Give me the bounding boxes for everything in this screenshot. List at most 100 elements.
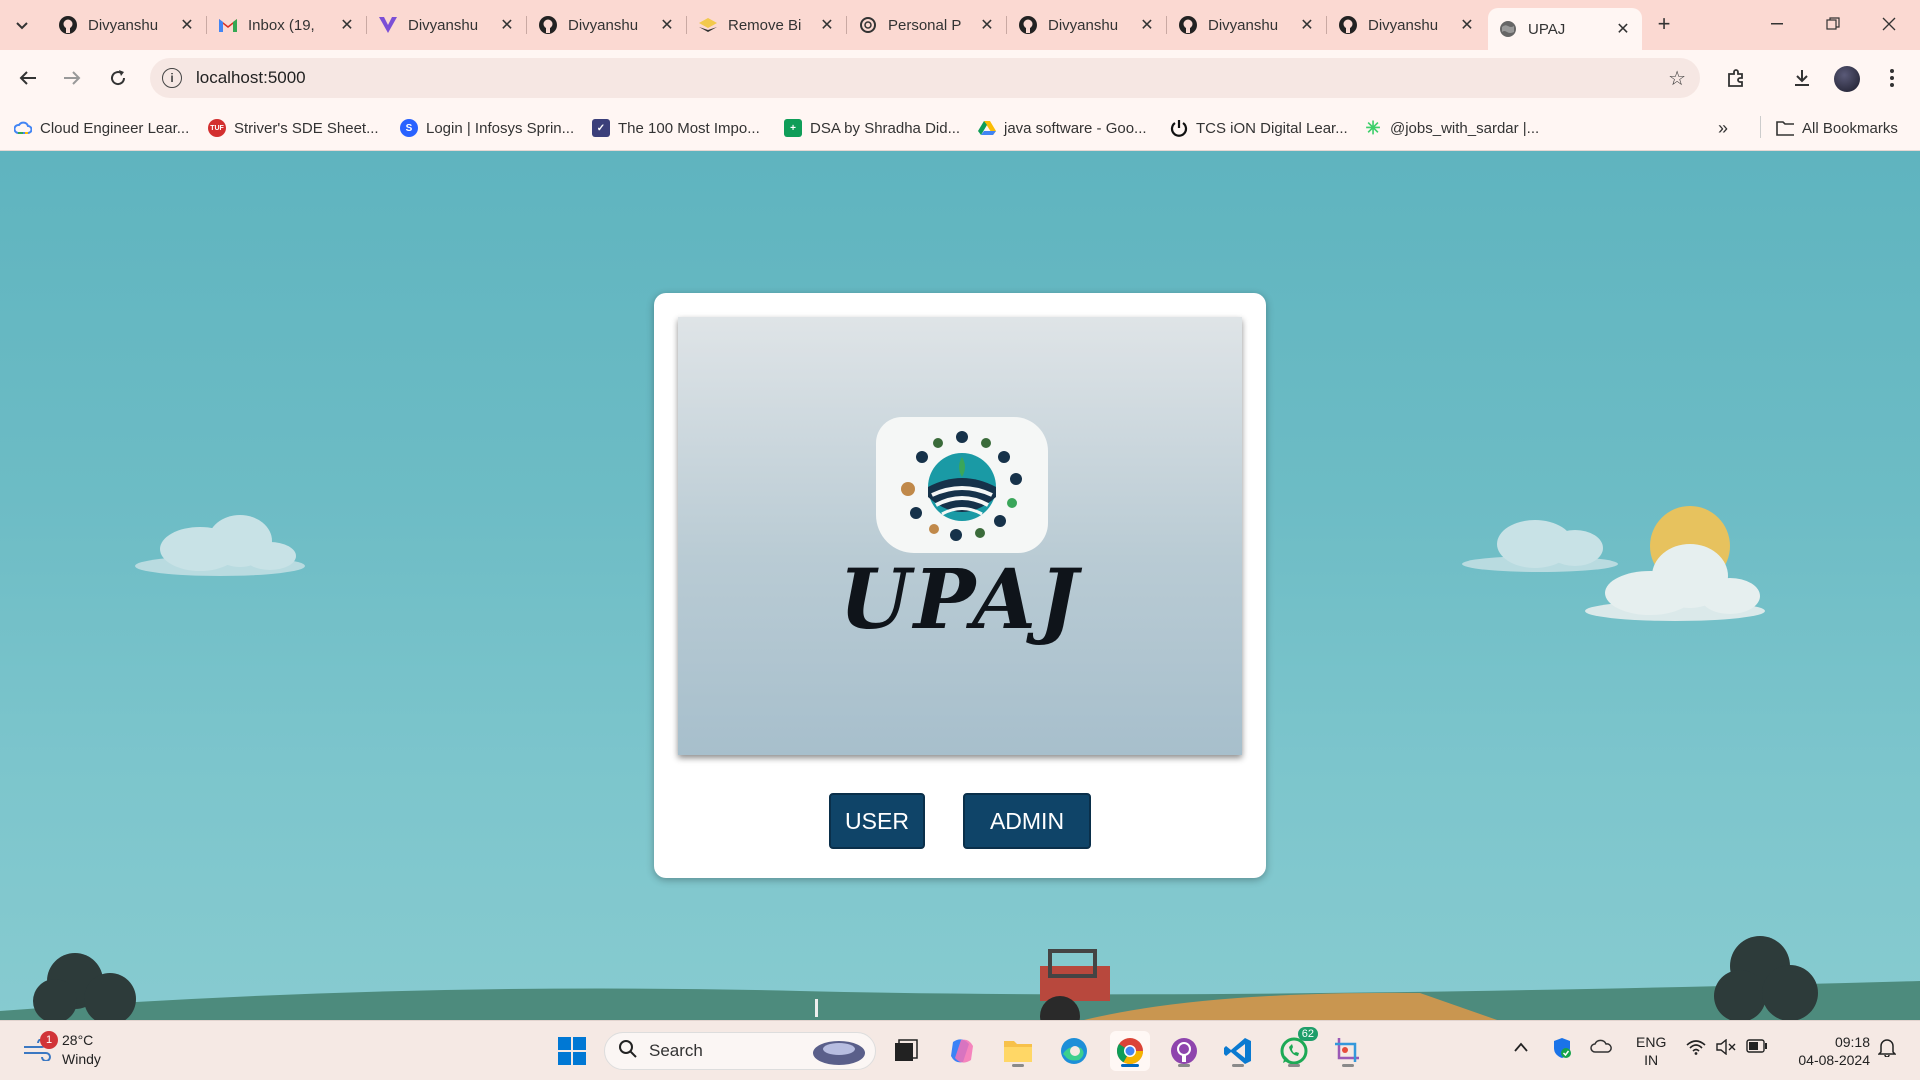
security-tray-icon[interactable]	[1552, 1037, 1572, 1063]
chevron-down-icon	[16, 22, 28, 30]
copilot-icon	[951, 1039, 973, 1063]
close-icon[interactable]: ✕	[978, 15, 996, 35]
tab-title: Inbox (19,	[248, 16, 315, 34]
bookmark-item[interactable]: TUF Striver's SDE Sheet...	[208, 116, 379, 140]
running-indicator	[1288, 1064, 1300, 1067]
cloud-illustration	[1585, 544, 1765, 621]
farm-landscape-illustration	[0, 936, 1920, 1020]
copilot-button[interactable]	[942, 1031, 982, 1071]
windows-taskbar: 1 28°C Windy Search 62 ENG IN 09:18 04-0…	[0, 1020, 1920, 1080]
bookmark-item[interactable]: Cloud Engineer Lear...	[14, 116, 189, 140]
minimize-button[interactable]	[1757, 8, 1797, 40]
download-icon	[1795, 70, 1809, 86]
tab-8[interactable]: Divyanshu ✕	[1168, 8, 1327, 42]
close-icon[interactable]: ✕	[1458, 15, 1476, 35]
wifi-tray-icon[interactable]	[1686, 1039, 1706, 1059]
notification-bell-icon	[1877, 1039, 1897, 1058]
close-icon[interactable]: ✕	[1298, 15, 1316, 35]
site-info-icon[interactable]: i	[162, 68, 182, 88]
clock-date: 04-08-2024	[1798, 1052, 1870, 1068]
window-close-button[interactable]	[1869, 8, 1909, 40]
tab-upaj-active[interactable]: UPAJ ✕	[1488, 8, 1642, 50]
bookmark-label: Striver's SDE Sheet...	[234, 119, 379, 137]
address-bar[interactable]: i localhost:5000 ☆	[150, 58, 1700, 98]
downloads-button[interactable]	[1786, 62, 1818, 94]
task-view-button[interactable]	[886, 1031, 926, 1071]
close-icon[interactable]: ✕	[818, 15, 836, 35]
close-icon[interactable]: ✕	[1138, 15, 1156, 35]
wifi-icon	[1686, 1040, 1706, 1055]
edge-button[interactable]	[1054, 1031, 1094, 1071]
tab-3[interactable]: Divyanshu ✕	[368, 8, 527, 42]
tab-title: Personal P	[888, 16, 962, 34]
arrow-right-icon	[64, 71, 81, 85]
start-button[interactable]	[552, 1031, 592, 1071]
back-button[interactable]	[12, 62, 44, 94]
tab-title: Divyanshu	[1208, 16, 1279, 34]
extensions-button[interactable]	[1720, 62, 1752, 94]
close-icon[interactable]: ✕	[498, 15, 516, 35]
bookmark-item[interactable]: java software - Goo...	[978, 116, 1147, 140]
notifications-button[interactable]	[1877, 1037, 1897, 1061]
weather-widget[interactable]: 1 28°C Windy	[22, 1031, 101, 1069]
whatsapp-button[interactable]: 62	[1274, 1027, 1318, 1071]
close-icon[interactable]: ✕	[1614, 19, 1632, 39]
volume-tray-icon[interactable]	[1716, 1038, 1736, 1059]
profile-avatar[interactable]	[1834, 66, 1860, 92]
tab-search-menu-button[interactable]	[8, 12, 36, 40]
close-icon[interactable]: ✕	[178, 15, 196, 35]
tab-6[interactable]: Personal P ✕	[848, 8, 1007, 42]
bookmark-item[interactable]: ✓ The 100 Most Impo...	[592, 116, 760, 140]
tab-9[interactable]: Divyanshu ✕	[1328, 8, 1486, 42]
github-icon	[1338, 15, 1358, 35]
close-icon[interactable]: ✕	[658, 15, 676, 35]
vscode-button[interactable]	[1218, 1031, 1258, 1071]
chrome-button[interactable]	[1110, 1031, 1150, 1071]
restore-icon	[1826, 17, 1840, 30]
bookmark-item[interactable]: TCS iON Digital Lear...	[1170, 116, 1348, 140]
podcast-app-button[interactable]	[1164, 1031, 1204, 1071]
search-icon	[619, 1039, 637, 1063]
bookmark-star-icon[interactable]: ☆	[1668, 66, 1686, 91]
restore-button[interactable]	[1813, 8, 1853, 40]
forward-button[interactable]	[56, 62, 88, 94]
system-clock[interactable]: 09:18 04-08-2024	[1782, 1033, 1870, 1069]
all-bookmarks-label: All Bookmarks	[1802, 119, 1898, 137]
show-hidden-icons-button[interactable]	[1514, 1039, 1528, 1056]
search-highlight-image	[813, 1041, 865, 1065]
bookmark-item[interactable]: ✳ @jobs_with_sardar |...	[1364, 116, 1539, 140]
tab-2[interactable]: Inbox (19, ✕	[208, 8, 367, 42]
vercel-icon	[378, 15, 398, 35]
close-icon[interactable]: ✕	[338, 15, 356, 35]
bookmark-item[interactable]: + DSA by Shradha Did...	[784, 116, 960, 140]
bookmark-item[interactable]: S Login | Infosys Sprin...	[400, 116, 574, 140]
tab-1[interactable]: Divyanshu ✕	[48, 8, 207, 42]
bookmarks-bar: Cloud Engineer Lear... TUF Striver's SDE…	[0, 106, 1920, 151]
battery-tray-icon[interactable]	[1746, 1039, 1768, 1057]
tab-4[interactable]: Divyanshu ✕	[528, 8, 687, 42]
language-code: ENG	[1636, 1034, 1667, 1050]
more-bookmarks-button[interactable]: »	[1718, 116, 1728, 140]
new-tab-button[interactable]: +	[1650, 10, 1678, 38]
tab-7[interactable]: Divyanshu ✕	[1008, 8, 1167, 42]
all-bookmarks-button[interactable]: All Bookmarks	[1776, 116, 1898, 140]
shield-icon: ✓	[592, 119, 610, 137]
snipping-tool-button[interactable]	[1328, 1031, 1368, 1071]
bookmark-label: java software - Goo...	[1004, 119, 1147, 137]
language-indicator[interactable]: ENG IN	[1636, 1033, 1666, 1069]
admin-button[interactable]: ADMIN	[963, 793, 1091, 849]
reload-button[interactable]	[102, 62, 134, 94]
url-text[interactable]: localhost:5000	[196, 68, 306, 88]
github-icon	[538, 15, 558, 35]
onedrive-tray-icon[interactable]	[1590, 1039, 1612, 1057]
chrome-menu-button[interactable]	[1876, 62, 1908, 94]
tab-5[interactable]: Remove Bi ✕	[688, 8, 847, 42]
bookmark-label: Cloud Engineer Lear...	[40, 119, 190, 137]
shield-check-icon	[1554, 1038, 1571, 1058]
unread-count-badge: 62	[1297, 1027, 1318, 1041]
github-icon	[1178, 15, 1198, 35]
vscode-icon	[1224, 1038, 1251, 1064]
taskbar-search[interactable]: Search	[604, 1032, 876, 1070]
file-explorer-button[interactable]	[998, 1031, 1038, 1071]
user-button[interactable]: USER	[829, 793, 925, 849]
